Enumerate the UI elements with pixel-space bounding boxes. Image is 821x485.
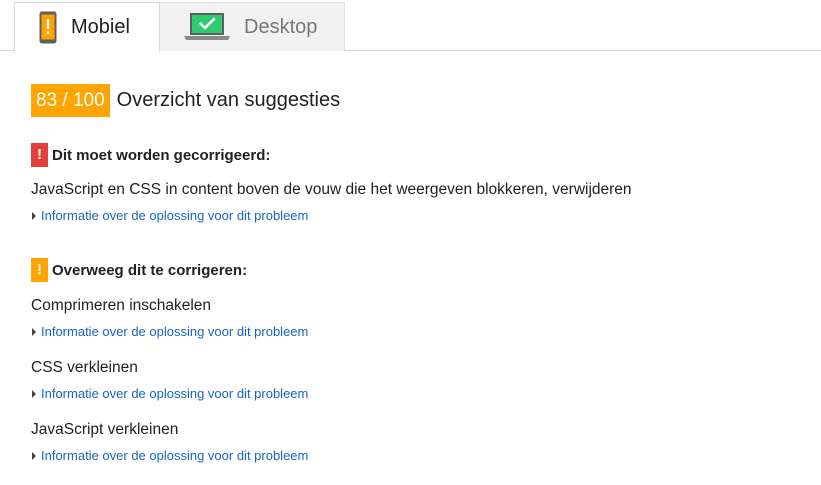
- rule-title: JavaScript en CSS in content boven de vo…: [31, 181, 632, 198]
- page-title: Overzicht van suggesties: [116, 89, 341, 111]
- exclamation-red-icon: !: [31, 143, 48, 167]
- laptop-check-icon: [184, 12, 230, 42]
- rule-info-link-label: Informatie over de oplossing voor dit pr…: [41, 448, 309, 463]
- rule-title: JavaScript verkleinen: [31, 421, 179, 438]
- score-badge: 83 / 100: [31, 84, 110, 117]
- exclamation-orange-icon: !: [31, 258, 48, 282]
- section-title: Overweeg dit te corrigeren:: [52, 261, 248, 279]
- score-heading: 83 / 100 Overzicht van suggesties: [31, 84, 340, 117]
- tab-mobile-label: Mobiel: [71, 15, 130, 38]
- device-tabbar: Mobiel Desktop: [0, 0, 821, 52]
- tab-mobile[interactable]: Mobiel: [14, 2, 160, 52]
- rule-title: Comprimeren inschakelen: [31, 297, 212, 314]
- tab-desktop-label: Desktop: [244, 15, 318, 38]
- rule-info-link-label: Informatie over de oplossing voor dit pr…: [41, 324, 309, 339]
- section-title: Dit moet worden gecorrigeerd:: [52, 146, 271, 164]
- tab-desktop[interactable]: Desktop: [160, 2, 345, 51]
- rule-info-link[interactable]: Informatie over de oplossing voor dit pr…: [31, 386, 308, 401]
- rule-title: CSS verkleinen: [31, 359, 138, 376]
- section-header-must-fix: ! Dit moet worden gecorrigeerd:: [31, 143, 270, 167]
- section-header-consider: ! Overweeg dit te corrigeren:: [31, 258, 247, 282]
- rule-info-link[interactable]: Informatie over de oplossing voor dit pr…: [31, 324, 308, 339]
- rule-info-link-label: Informatie over de oplossing voor dit pr…: [41, 208, 309, 223]
- caret-right-icon: [32, 211, 36, 220]
- phone-warning-icon: [39, 11, 57, 44]
- caret-right-icon: [32, 389, 36, 398]
- rule-info-link-label: Informatie over de oplossing voor dit pr…: [41, 386, 309, 401]
- caret-right-icon: [32, 451, 36, 460]
- rule-info-link[interactable]: Informatie over de oplossing voor dit pr…: [31, 208, 308, 223]
- caret-right-icon: [32, 327, 36, 336]
- rule-info-link[interactable]: Informatie over de oplossing voor dit pr…: [31, 448, 308, 463]
